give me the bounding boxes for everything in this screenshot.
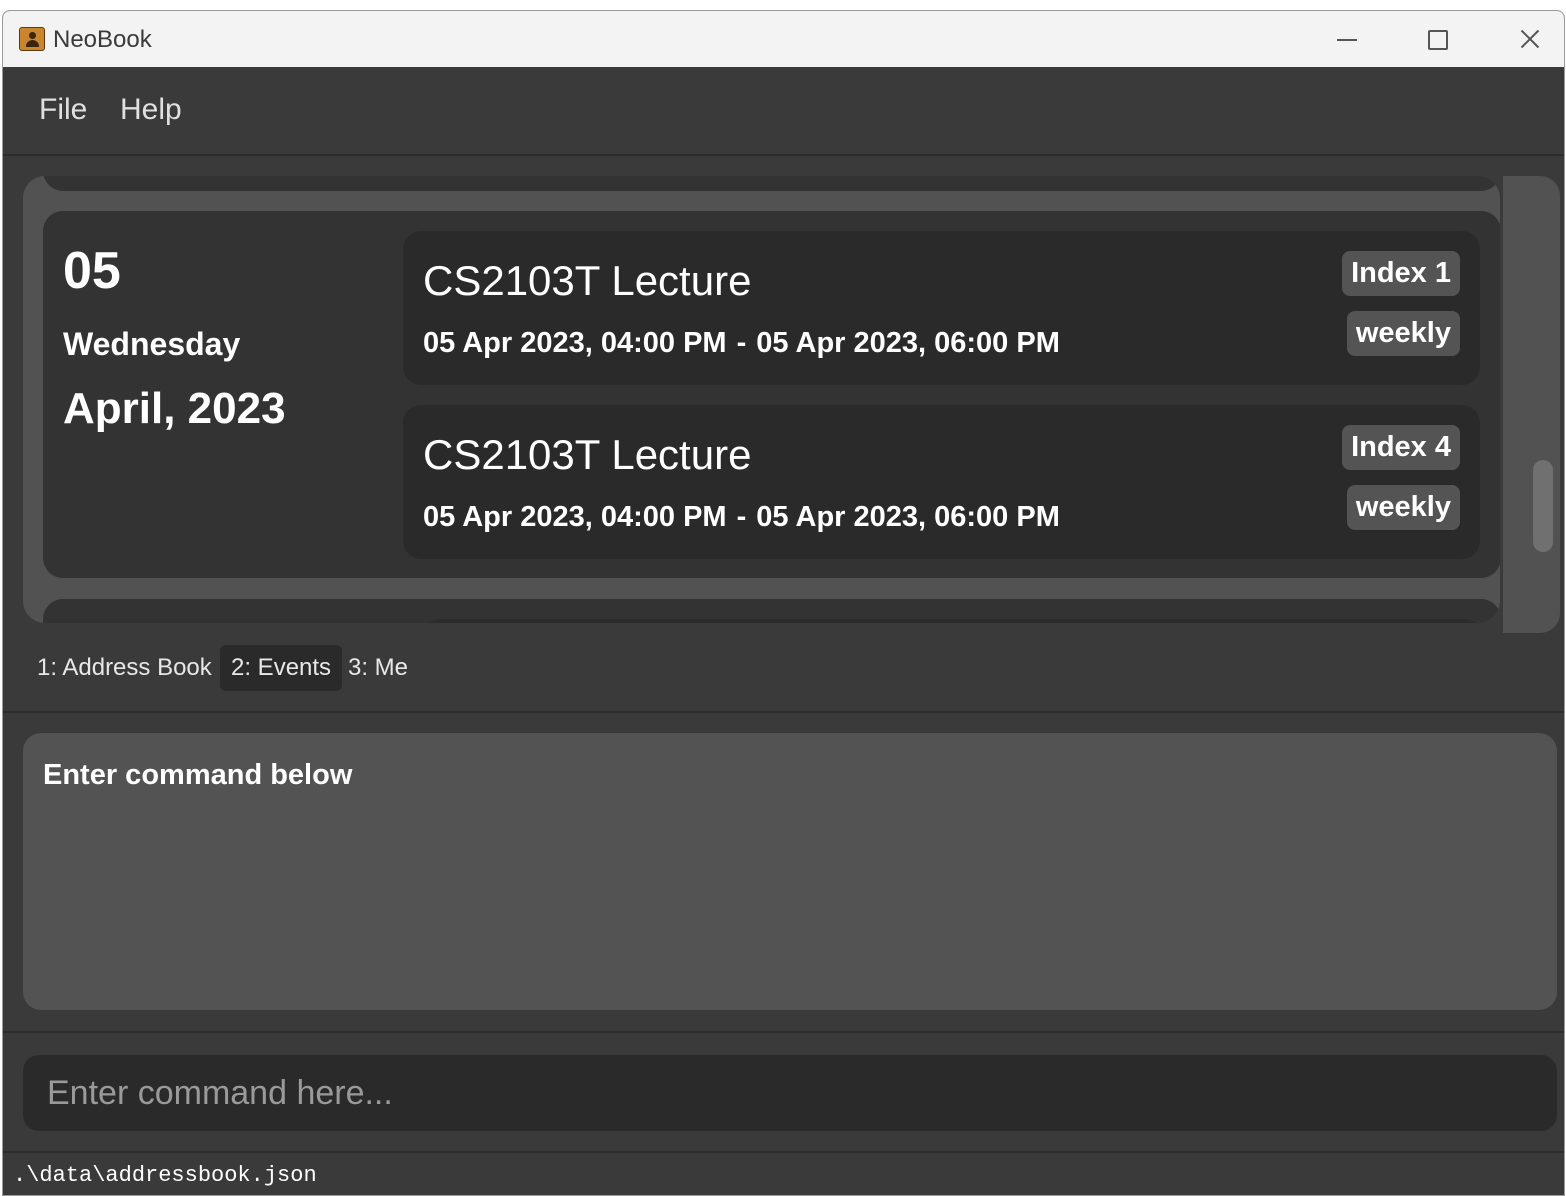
- event-index-badge: Index 1: [1342, 251, 1460, 296]
- window-title: NeoBook: [53, 26, 152, 53]
- app-window: NeoBook File Help 05 Wednesday April, 20…: [2, 10, 1565, 1196]
- next-day-card: [43, 599, 1500, 623]
- menu-bar: File Help: [3, 67, 1564, 156]
- title-bar[interactable]: NeoBook: [3, 11, 1564, 67]
- event-time-separator: -: [736, 501, 747, 533]
- event-start: 05 Apr 2023, 04:00 PM: [423, 327, 727, 359]
- previous-day-card: [43, 176, 1500, 191]
- event-frequency-badge: weekly: [1346, 485, 1460, 530]
- maximize-icon[interactable]: [1419, 23, 1455, 55]
- day-weekday: Wednesday: [63, 326, 241, 362]
- event-title: CS2103T Lecture: [423, 431, 752, 478]
- event-title: CS2103T Lecture: [423, 257, 752, 304]
- event-end: 05 Apr 2023, 06:00 PM: [756, 501, 1060, 533]
- menu-help[interactable]: Help: [120, 93, 182, 127]
- event-frequency-badge: weekly: [1346, 311, 1460, 356]
- day-number: 05: [63, 242, 121, 300]
- tab-bar: 1: Address Book 2: Events 3: Me: [3, 633, 1564, 713]
- event-time-separator: -: [736, 327, 747, 359]
- tab-address-book[interactable]: 1: Address Book: [26, 645, 223, 691]
- event-end: 05 Apr 2023, 06:00 PM: [756, 327, 1060, 359]
- event-card[interactable]: CS2103T Lecture 05 Apr 2023, 04:00 PM -05…: [403, 231, 1480, 385]
- result-message: Enter command below: [43, 759, 353, 791]
- command-box: [3, 1031, 1564, 1153]
- event-list-scrollbar[interactable]: [1503, 176, 1560, 633]
- command-input[interactable]: [23, 1055, 1557, 1131]
- close-icon[interactable]: [1511, 23, 1547, 55]
- result-display: Enter command below: [23, 733, 1557, 1010]
- event-time-range: 05 Apr 2023, 04:00 PM -05 Apr 2023, 06:00…: [423, 327, 1060, 360]
- address-book-icon: [19, 27, 45, 51]
- status-bar: .\data\addressbook.json: [3, 1151, 1564, 1195]
- minimize-icon[interactable]: [1329, 23, 1365, 55]
- event-card[interactable]: CS2103T Lecture 05 Apr 2023, 04:00 PM -05…: [403, 405, 1480, 559]
- event-start: 05 Apr 2023, 04:00 PM: [423, 501, 727, 533]
- event-list-panel[interactable]: 05 Wednesday April, 2023 CS2103T Lecture…: [23, 176, 1500, 623]
- day-month-year: April, 2023: [63, 384, 286, 433]
- next-event-card: [423, 619, 1483, 623]
- save-file-path: .\data\addressbook.json: [13, 1163, 317, 1188]
- scrollbar-thumb[interactable]: [1533, 460, 1553, 552]
- tab-events[interactable]: 2: Events: [220, 645, 343, 691]
- day-card: 05 Wednesday April, 2023 CS2103T Lecture…: [43, 211, 1500, 578]
- event-index-badge: Index 4: [1342, 425, 1460, 470]
- menu-file[interactable]: File: [39, 93, 87, 127]
- event-time-range: 05 Apr 2023, 04:00 PM -05 Apr 2023, 06:00…: [423, 501, 1060, 534]
- tab-me[interactable]: 3: Me: [337, 645, 419, 691]
